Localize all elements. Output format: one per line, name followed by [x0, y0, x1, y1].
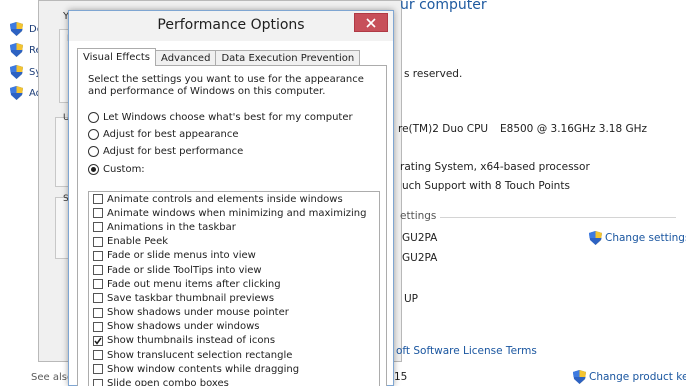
option-label: Show shadows under windows [107, 321, 260, 333]
visual-effect-option[interactable]: Show window contents while dragging [89, 362, 379, 376]
system-type-value: rating System, x64-based processor [400, 161, 590, 173]
checkbox[interactable] [93, 335, 103, 346]
visual-effects-panel: Select the settings you want to use for … [77, 65, 387, 386]
checkbox[interactable] [93, 250, 103, 261]
checkbox[interactable] [93, 307, 103, 318]
option-label: Fade out menu items after clicking [107, 278, 281, 290]
uac-shield-icon [573, 370, 586, 384]
option-label: Show shadows under mouse pointer [107, 307, 289, 319]
option-label: Fade or slide menus into view [107, 250, 256, 262]
option-label: Enable Peek [107, 236, 169, 248]
computer-name-value: GU2PA [402, 232, 438, 244]
visual-effect-option[interactable]: Fade or slide ToolTips into view [89, 263, 379, 277]
visual-effect-option[interactable]: Animate windows when minimizing and maxi… [89, 206, 379, 220]
radio-best-performance[interactable]: Adjust for best performance [88, 146, 243, 157]
dialog-title: Performance Options [157, 17, 305, 33]
checkbox[interactable] [93, 279, 103, 290]
checkbox[interactable] [93, 208, 103, 219]
visual-effect-option[interactable]: Fade out menu items after clicking [89, 277, 379, 291]
visual-effect-option[interactable]: Fade or slide menus into view [89, 249, 379, 263]
checkbox[interactable] [93, 194, 103, 205]
radio-custom[interactable]: Custom: [88, 164, 145, 175]
pen-touch-value: uch Support with 8 Touch Points [402, 180, 570, 192]
performance-options-dialog: Performance Options Visual Effects Advan… [68, 10, 394, 386]
option-label: Show translucent selection rectangle [107, 349, 293, 361]
tab-data-execution-prevention[interactable]: Data Execution Prevention [215, 50, 361, 66]
uac-shield-icon [10, 65, 23, 79]
section-divider [440, 217, 676, 218]
checkbox[interactable] [93, 293, 103, 304]
tab-advanced[interactable]: Advanced [155, 50, 217, 66]
radio-let-windows-choose[interactable]: Let Windows choose what's best for my co… [88, 112, 353, 123]
radio-button[interactable] [88, 164, 99, 175]
processor-label: re(TM)2 Duo CPU [398, 123, 489, 135]
processor-value: E8500 @ 3.16GHz 3.18 GHz [500, 123, 648, 135]
radio-best-appearance[interactable]: Adjust for best appearance [88, 129, 239, 140]
option-label: Animations in the taskbar [107, 221, 236, 233]
panel-description: Select the settings you want to use for … [88, 74, 364, 97]
license-terms-link[interactable]: oft Software License Terms [396, 345, 537, 357]
tab-visual-effects[interactable]: Visual Effects [77, 48, 157, 66]
option-label: Show thumbnails instead of icons [107, 335, 276, 347]
radio-button[interactable] [88, 112, 99, 123]
workgroup-value: UP [404, 293, 419, 305]
option-label: Fade or slide ToolTips into view [107, 264, 262, 276]
uac-shield-icon [589, 231, 602, 245]
close-icon [366, 17, 376, 28]
uac-shield-icon [10, 43, 23, 57]
see-also-label: See also [31, 372, 74, 383]
tab-strip: Visual Effects Advanced Data Execution P… [77, 48, 361, 66]
checkbox[interactable] [93, 321, 103, 332]
checkbox[interactable] [93, 236, 103, 247]
close-button[interactable] [354, 13, 388, 32]
visual-effect-option[interactable]: Slide open combo boxes [89, 376, 379, 386]
option-label: Slide open combo boxes [107, 378, 229, 386]
visual-effect-option[interactable]: Enable Peek [89, 235, 379, 249]
visual-effect-option[interactable]: Show shadows under windows [89, 320, 379, 334]
radio-button[interactable] [88, 129, 99, 140]
checkbox[interactable] [93, 222, 103, 233]
option-label: Animate windows when minimizing and maxi… [107, 207, 367, 219]
checkmark-icon [94, 337, 102, 345]
checkbox[interactable] [93, 378, 103, 386]
bottom-text-fragment: 15 [394, 371, 408, 383]
visual-effect-option[interactable]: Show translucent selection rectangle [89, 348, 379, 362]
radio-button[interactable] [88, 146, 99, 157]
page-title: ur computer [400, 0, 487, 13]
section-header: ettings [400, 210, 437, 222]
system-info-panel: ur computer s reserved. re(TM)2 Duo CPU … [394, 0, 686, 386]
full-computer-name-value: GU2PA [402, 252, 438, 264]
option-label: Show window contents while dragging [107, 363, 300, 375]
dialog-titlebar[interactable]: Performance Options [69, 11, 393, 41]
visual-effect-option[interactable]: Save taskbar thumbnail previews [89, 291, 379, 305]
uac-shield-icon [10, 22, 23, 36]
visual-effects-list[interactable]: Animate controls and elements inside win… [88, 191, 380, 386]
visual-effect-option[interactable]: Show thumbnails instead of icons [89, 334, 379, 348]
change-settings-link[interactable]: Change settings [589, 231, 686, 245]
checkbox[interactable] [93, 265, 103, 276]
visual-effect-option[interactable]: Animations in the taskbar [89, 220, 379, 234]
visual-effect-option[interactable]: Animate controls and elements inside win… [89, 192, 379, 206]
uac-shield-icon [10, 86, 23, 100]
copyright-text: s reserved. [404, 68, 463, 80]
checkbox[interactable] [93, 364, 103, 375]
checkbox[interactable] [93, 350, 103, 361]
option-label: Save taskbar thumbnail previews [107, 292, 275, 304]
option-label: Animate controls and elements inside win… [107, 193, 343, 205]
change-product-key-link[interactable]: Change product key [573, 370, 686, 384]
visual-effect-option[interactable]: Show shadows under mouse pointer [89, 306, 379, 320]
